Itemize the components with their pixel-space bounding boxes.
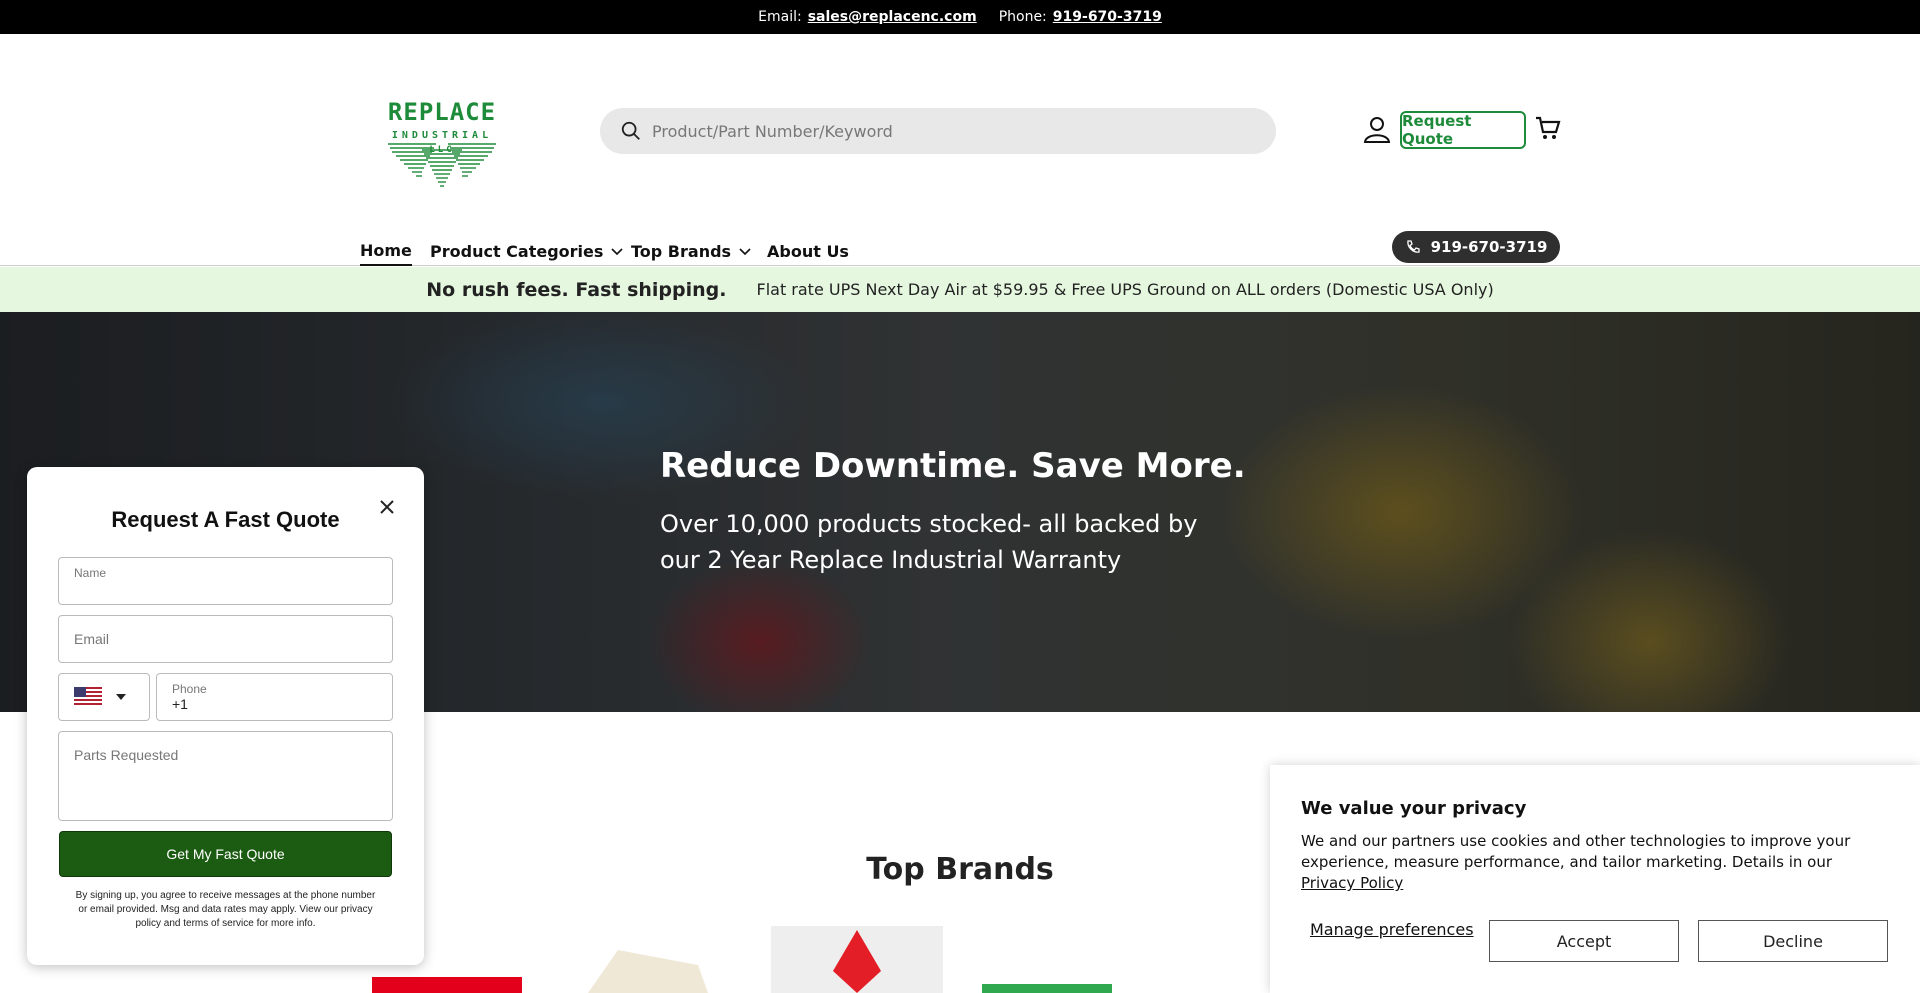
logo-text-replace: REPLACE <box>388 98 496 126</box>
nav-top-brands[interactable]: Top Brands <box>631 236 753 266</box>
phone-button[interactable]: 919-670-3719 <box>1392 231 1560 263</box>
decline-button[interactable]: Decline <box>1698 920 1888 962</box>
cart-icon[interactable] <box>1534 114 1562 142</box>
shipping-detail: Flat rate UPS Next Day Air at $59.95 & F… <box>756 280 1494 299</box>
manage-preferences-link[interactable]: Manage preferences <box>1310 920 1474 939</box>
phone-link[interactable]: 919-670-3719 <box>1053 9 1162 25</box>
us-flag-icon <box>74 687 102 707</box>
shipping-banner: No rush fees. Fast shipping. Flat rate U… <box>0 267 1920 312</box>
logo-text-industrial: INDUSTRIAL <box>392 130 492 141</box>
search-input[interactable] <box>652 121 1212 141</box>
nav-about-us-label: About Us <box>767 241 849 261</box>
quote-form-title: Request A Fast Quote <box>111 507 340 532</box>
main-nav: Home Product Categories Top Brands About… <box>0 230 1920 266</box>
quote-form-panel: Request A Fast Quote Name Email Phone +1… <box>27 467 424 965</box>
cookie-title: We value your privacy <box>1301 798 1527 819</box>
cookie-body: We and our partners use cookies and othe… <box>1301 832 1851 871</box>
caret-down-icon <box>116 694 126 700</box>
phone-button-label: 919-670-3719 <box>1430 238 1548 256</box>
quote-legal-text: By signing up, you agree to receive mess… <box>75 890 376 929</box>
email-label: Email: <box>758 9 802 25</box>
contact-bar: Email: sales@replacenc.com Phone: 919-67… <box>0 0 1920 34</box>
brand-logo-green[interactable] <box>982 980 1112 993</box>
replace-industrial-logo[interactable]: REPLACE INDUSTRIAL LLC <box>378 90 506 202</box>
search-bar[interactable] <box>600 108 1276 154</box>
accept-button[interactable]: Accept <box>1489 920 1679 962</box>
cookie-text: We and our partners use cookies and othe… <box>1301 831 1891 894</box>
chevron-down-icon <box>739 248 751 256</box>
hero-title: Reduce Downtime. Save More. <box>660 446 1246 486</box>
account-icon[interactable] <box>1362 114 1392 144</box>
email-field[interactable]: Email <box>58 615 393 663</box>
parts-requested-placeholder: Parts Requested <box>74 747 179 763</box>
phone-field-value: +1 <box>172 696 188 712</box>
phone-field-label: Phone <box>172 682 207 696</box>
nav-home[interactable]: Home <box>360 236 412 266</box>
parts-requested-field[interactable]: Parts Requested <box>58 731 393 821</box>
nav-home-label: Home <box>360 240 412 260</box>
nav-top-brands-label: Top Brands <box>631 241 732 261</box>
phone-icon <box>1406 240 1420 253</box>
cookie-banner: We value your privacy We and our partner… <box>1270 765 1920 993</box>
name-field-label: Name <box>74 566 107 580</box>
phone-label: Phone: <box>998 9 1047 25</box>
get-quote-button[interactable]: Get My Fast Quote <box>59 831 392 877</box>
email-field-placeholder: Email <box>74 631 110 647</box>
email-link[interactable]: sales@replacenc.com <box>808 9 977 25</box>
brand-logo-abb[interactable] <box>372 972 532 993</box>
search-icon <box>621 121 640 140</box>
request-quote-button[interactable]: Request Quote <box>1400 111 1526 149</box>
name-field[interactable]: Name <box>58 557 393 605</box>
close-icon[interactable] <box>377 497 397 517</box>
nav-product-categories[interactable]: Product Categories <box>430 236 625 266</box>
hero-subtitle: Over 10,000 products stocked- all backed… <box>660 510 1198 574</box>
country-select[interactable] <box>58 673 150 721</box>
logo-text-llc: LLC <box>429 145 454 155</box>
nav-product-categories-label: Product Categories <box>430 241 604 261</box>
nav-about-us[interactable]: About Us <box>767 236 849 266</box>
privacy-policy-link[interactable]: Privacy Policy <box>1301 874 1403 892</box>
phone-field[interactable]: Phone +1 <box>156 673 393 721</box>
brand-logo-card[interactable] <box>578 940 708 993</box>
brand-logo-diamond[interactable] <box>771 926 943 993</box>
chevron-down-icon <box>611 248 623 256</box>
shipping-headline: No rush fees. Fast shipping. <box>426 278 727 301</box>
